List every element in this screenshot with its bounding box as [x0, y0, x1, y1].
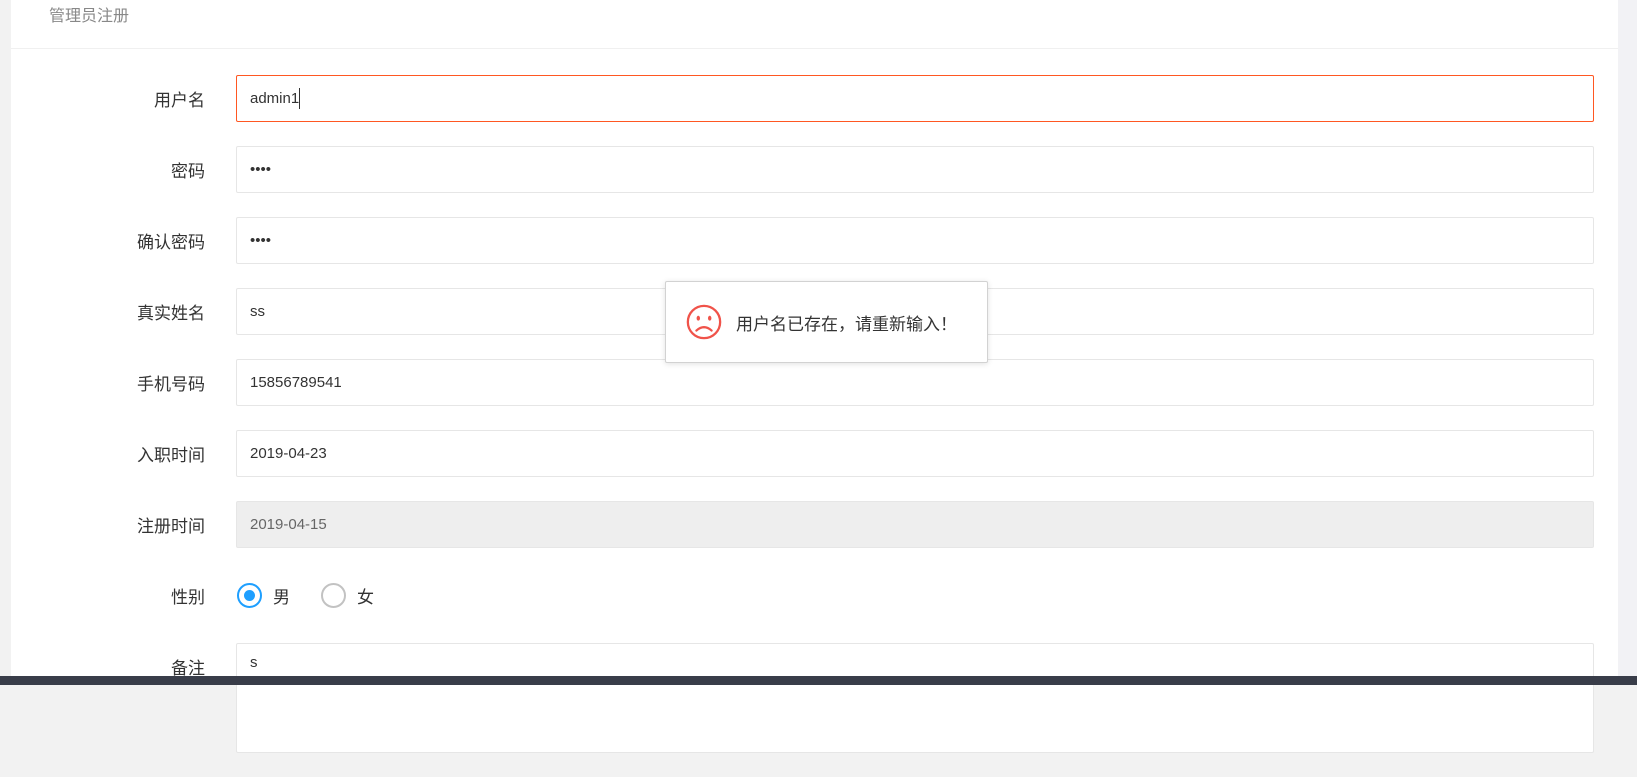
text-caret — [299, 88, 300, 109]
error-toast: 用户名已存在，请重新输入！ — [665, 281, 988, 363]
form-row-password: 密码 — [11, 146, 1618, 193]
page-title: 管理员注册 — [49, 8, 130, 25]
page-gutter — [1618, 0, 1637, 685]
footer-bar — [0, 676, 1637, 685]
radio-button[interactable] — [321, 583, 346, 608]
form-row-username: 用户名 — [11, 75, 1618, 122]
register-date-label: 注册时间 — [137, 517, 205, 536]
password-field-wrapper — [236, 146, 1594, 193]
phone-field-wrapper — [236, 359, 1594, 406]
gender-radio-group: 男 女 — [237, 583, 405, 608]
form-row-hire-date: 入职时间 — [11, 430, 1618, 477]
hire-date-input[interactable] — [236, 430, 1594, 477]
password-label: 密码 — [171, 162, 205, 181]
gender-label: 性别 — [171, 588, 205, 607]
card-header: 管理员注册 — [11, 0, 1618, 49]
confirm-password-field-wrapper — [236, 217, 1594, 264]
remark-label: 备注 — [171, 659, 205, 678]
sad-face-icon — [686, 304, 722, 340]
gender-option-male[interactable]: 男 — [237, 583, 290, 608]
password-input[interactable] — [236, 146, 1594, 193]
real-name-label: 真实姓名 — [137, 304, 205, 323]
register-date-field-wrapper — [236, 501, 1594, 548]
gender-option-female[interactable]: 女 — [321, 583, 374, 608]
register-date-input — [236, 501, 1594, 548]
hire-date-label: 入职时间 — [137, 446, 205, 465]
toast-message: 用户名已存在，请重新输入！ — [736, 314, 957, 334]
phone-input[interactable] — [236, 359, 1594, 406]
username-label: 用户名 — [154, 91, 205, 110]
username-input[interactable] — [236, 75, 1594, 122]
radio-button[interactable] — [237, 583, 262, 608]
form-row-confirm-password: 确认密码 — [11, 217, 1618, 264]
form-row-register-date: 注册时间 — [11, 501, 1618, 548]
confirm-password-input[interactable] — [236, 217, 1594, 264]
username-field-wrapper — [236, 75, 1594, 122]
gender-option-label: 女 — [357, 588, 374, 607]
form-row-phone: 手机号码 — [11, 359, 1618, 406]
gender-option-label: 男 — [273, 588, 290, 607]
confirm-password-label: 确认密码 — [137, 233, 205, 252]
admin-register-form: 用户名 密码 确认密码 真实姓名 手机号码 — [11, 75, 1618, 777]
remark-textarea[interactable]: s — [236, 643, 1594, 753]
remark-field-wrapper: s — [236, 643, 1594, 753]
form-row-gender: 性别 男 女 — [11, 572, 1618, 619]
form-row-remark: 备注 s — [11, 643, 1618, 753]
phone-label: 手机号码 — [137, 375, 205, 394]
hire-date-field-wrapper — [236, 430, 1594, 477]
